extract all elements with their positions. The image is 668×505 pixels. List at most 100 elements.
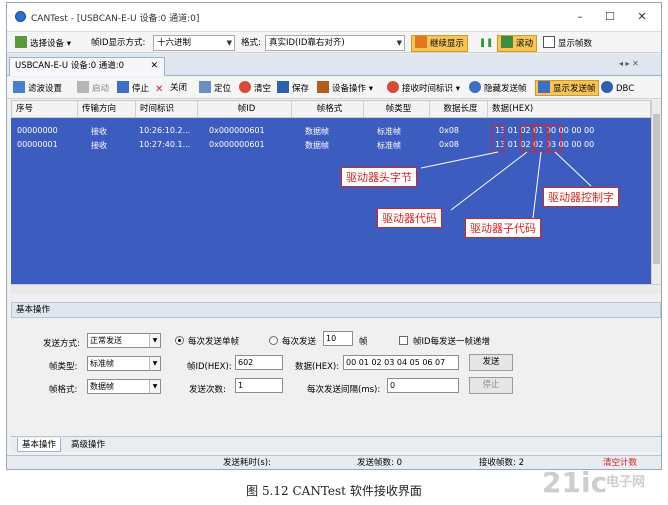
col-direction[interactable]: 传输方向 [78,101,136,117]
send-times-label: 发送次数: [189,385,226,395]
device-ops-label: 设备操作 [332,84,367,94]
col-frame-type[interactable]: 帧类型 [364,101,430,117]
frame-id-input[interactable]: 602 [235,355,283,370]
interval-input[interactable]: 0 [387,378,459,393]
format-label: 格式: [241,38,261,48]
frame-id-select[interactable]: 十六进制 ▼ [153,35,235,51]
tab-nav-arrows[interactable]: ◂ ▸ ✕ [619,59,639,68]
tab-basic[interactable]: 基本操作 [17,438,62,452]
hide-send-button[interactable]: 隐藏发送帧 [469,81,527,96]
show-icon [538,81,550,93]
col-data-hex[interactable]: 数据(HEX) [488,101,652,117]
col-index[interactable]: 序号 [12,101,78,117]
data-hex-input[interactable]: 00 01 02 03 04 05 06 07 [343,355,459,370]
pause-icon[interactable]: ❚❚ [479,36,493,51]
annotation-driver-code: 驱动器代码 [377,208,442,228]
send-times-input[interactable]: 1 [235,378,283,393]
multi-count-input[interactable]: 10 [323,331,353,346]
annotation-head-byte: 驱动器头字节 [341,167,417,187]
send-frames-status: 发送帧数: 0 [357,458,402,468]
col-time[interactable]: 时间标识 [136,101,198,117]
head-byte-box [491,124,505,153]
start-button[interactable]: 启动 [77,81,109,96]
stop-button[interactable]: 停止 [117,81,149,96]
frame-format-select[interactable]: 数据帧 ▼ [87,379,161,394]
interval-label: 每次发送间隔(ms): [307,385,381,395]
filter-settings-button[interactable]: 滤波设置 [13,81,62,96]
maximize-button[interactable]: ☐ [597,8,623,26]
show-send-button[interactable]: 显示发送帧 [535,80,599,96]
col-data-length[interactable]: 数据长度 [430,101,488,117]
col-frame-id[interactable]: 帧ID [198,101,292,117]
recv-time-label: 接收时间标识 [402,84,454,94]
frame-id-value: 十六进制 [157,38,192,48]
save-button[interactable]: 保存 [277,81,309,96]
increment-checkbox[interactable] [399,336,408,345]
head-byte-leader [420,151,499,169]
x-icon: ✕ [155,84,164,95]
message-grid[interactable]: 00000000 接收 10:26:10.2... 0x000000601 数据… [11,118,651,284]
close-button[interactable]: ✕ [629,8,655,26]
grid-header: 序号 传输方向 时间标识 帧ID 帧格式 帧类型 数据长度 数据(HEX) [11,100,651,118]
annotation-control-byte: 驱动器控制字 [543,187,619,207]
format-select[interactable]: 真实ID(ID靠右对齐) ▼ [265,35,405,51]
select-device-button[interactable]: 选择设备 ▾ [15,36,71,51]
vertical-scrollbar[interactable] [651,100,661,284]
radio-single-frame[interactable] [175,336,184,345]
tab-advanced[interactable]: 高级操作 [67,438,109,452]
horizontal-scrollbar[interactable] [11,284,661,294]
show-frame-count-label: 显示帧数 [558,39,593,49]
frame-type-value: 标准帧 [90,359,114,368]
device-ops-button[interactable]: 设备操作 ▾ [317,81,373,96]
tab-close-icon[interactable]: ✕ [150,58,158,75]
show-frame-count-button[interactable]: 显示帧数 [543,36,592,51]
chevron-down-icon: ▼ [149,357,160,370]
control-byte-leader [554,151,592,187]
frame-type-label: 帧类型: [49,362,78,372]
send-button[interactable]: 发送 [469,354,513,371]
dbc-button[interactable]: DBC [601,81,634,96]
send-panel: 发送方式: 正常发送 ▼ 每次发送单帧 每次发送 10 帧 帧ID每发送一帧递增 … [11,318,661,436]
watermark-logo: 21ic 电子网 [540,462,664,502]
watermark-icon: 21ic 电子网 [542,466,645,499]
tab-strip: USBCAN-E-U 设备:0 通道:0 ✕ ◂ ▸ ✕ [7,54,661,76]
channel-toolbar: 滤波设置 启动 停止 ✕ 关闭 定位 清空 保存 设备操作 ▾ 接收时间标识 ▾ … [7,77,661,99]
scroll-icon [501,36,513,48]
radio-multi-label: 每次发送 [282,337,317,347]
close-channel-button[interactable]: ✕ 关闭 [155,81,187,96]
locate-label: 定位 [214,84,232,94]
bottom-tabs: 基本操作 高级操作 [11,436,661,452]
radio-multi-frame[interactable] [269,336,278,345]
driver-code-box [520,124,534,153]
app-icon [15,11,26,22]
col-frame-format[interactable]: 帧格式 [292,101,364,117]
scroll-button[interactable]: 滚动 [497,35,538,52]
clear-icon [239,81,251,93]
tab-label: USBCAN-E-U 设备:0 通道:0 [15,61,125,71]
frame-unit-label: 帧 [359,337,368,347]
device-icon [15,36,27,48]
sub-code-leader [532,151,542,219]
filter-icon [13,81,25,93]
send-mode-value: 正常发送 [90,336,122,345]
locate-icon [199,81,211,93]
arrow-icon [415,36,427,48]
send-mode-select[interactable]: 正常发送 ▼ [87,333,161,348]
start-icon [77,81,89,93]
select-device-label: 选择设备 [30,39,65,49]
send-time-status: 发送耗时(s): [223,458,271,468]
frame-type-select[interactable]: 标准帧 ▼ [87,356,161,371]
svg-text:21ic: 21ic [542,466,607,499]
panel-title: 基本操作 [11,302,661,318]
stop-send-button[interactable]: 停止 [469,377,513,394]
minimize-button[interactable]: – [567,8,593,26]
main-toolbar: 选择设备 ▾ 帧ID显示方式: 十六进制 ▼ 格式: 真实ID(ID靠右对齐) ▼ … [7,31,661,53]
locate-button[interactable]: 定位 [199,81,231,96]
clear-button[interactable]: 清空 [239,81,271,96]
recv-time-button[interactable]: 接收时间标识 ▾ [387,81,460,96]
send-mode-label: 发送方式: [43,339,80,349]
tab-usbcan[interactable]: USBCAN-E-U 设备:0 通道:0 ✕ [9,57,165,76]
follow-display-button[interactable]: 继续显示 [411,35,469,52]
scroll-thumb[interactable] [653,114,660,264]
close-channel-label: 关闭 [170,83,188,93]
